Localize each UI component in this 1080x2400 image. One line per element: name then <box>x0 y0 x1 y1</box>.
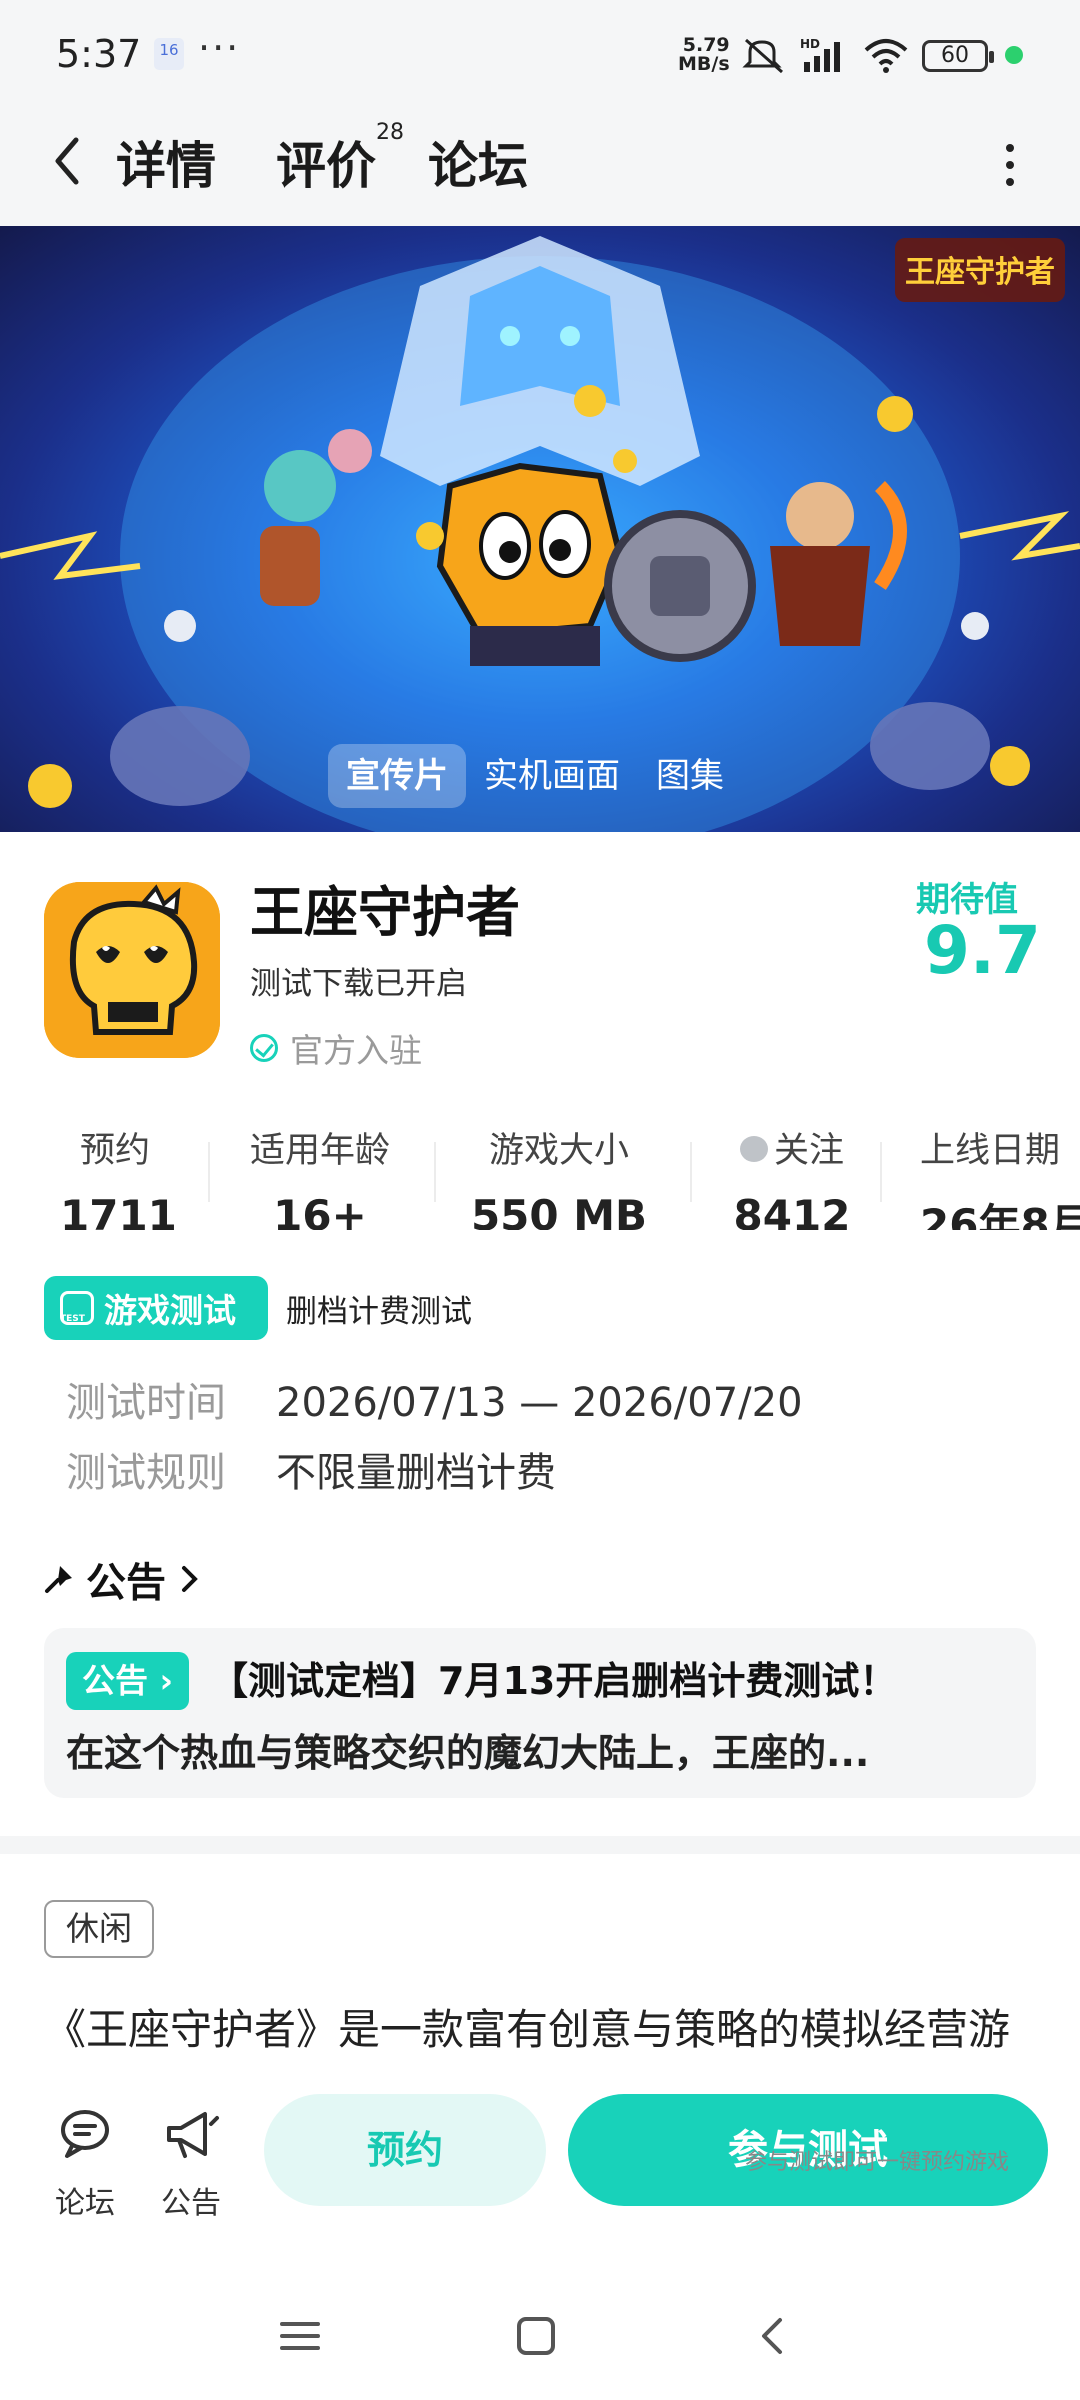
test-type: 删档计费测试 <box>286 1294 472 1330</box>
verified-icon <box>250 1034 278 1062</box>
promo-banner[interactable]: 王座守护者 宣传片 实机画面 图集 <box>0 226 1080 832</box>
network-speed-unit: MB/s <box>678 53 730 75</box>
announcement-body: 在这个热血与策略交织的魔幻大陆上，王座的... <box>66 1731 870 1775</box>
game-test-badge: 游戏测试 <box>44 1276 268 1340</box>
test-time-key: 测试时间 <box>66 1380 226 1426</box>
stats-row: 预约 1711 适用年龄 16+ 游戏大小 550 MB 关注 8412 上线日… <box>0 1122 1080 1230</box>
banner-logo-text: 王座守护者 <box>905 255 1055 290</box>
tab-reviews-label: 评价 <box>276 137 376 195</box>
test-rule-row: 测试规则 不限量删档计费 <box>66 1440 556 1498</box>
stat-age-rating: 适用年龄 16+ <box>240 1122 400 1230</box>
divider <box>690 1142 692 1202</box>
menu-icon[interactable] <box>278 2314 322 2358</box>
media-tabs: 宣传片 实机画面 图集 <box>328 744 742 808</box>
media-tab-trailer[interactable]: 宣传片 <box>328 744 466 808</box>
home-icon[interactable] <box>514 2314 558 2358</box>
tab-reviews[interactable]: 评价 28 <box>276 120 404 198</box>
section-divider <box>0 1836 1080 1854</box>
tab-details[interactable]: 详情 <box>114 126 230 204</box>
system-back-icon[interactable] <box>752 2314 792 2358</box>
stat-value: 550 MB <box>470 1191 648 1230</box>
announcement-title: 【测试定档】7月13开启删档计费测试！ <box>210 1659 898 1703</box>
test-rule-key: 测试规则 <box>66 1450 226 1496</box>
stat-label: 关注 <box>722 1122 862 1173</box>
wifi-icon <box>864 39 908 73</box>
stat-value: 8412 <box>733 1191 851 1230</box>
megaphone-icon <box>167 2112 219 2158</box>
status-bar: 5:37 16 ··· 5.79 MB/s HD 60 <box>0 0 1080 104</box>
announcement-header[interactable]: 公告 <box>44 1550 202 1608</box>
test-time-value: 2026/07/13 — 2026/07/20 <box>276 1380 803 1426</box>
top-area: 5:37 16 ··· 5.79 MB/s HD 60 详情 评价 28 论坛 <box>0 0 1080 226</box>
forum-shortcut-label: 论坛 <box>55 2186 115 2221</box>
banner-artwork: 王座守护者 <box>0 236 1080 832</box>
stat-label: 游戏大小 <box>488 1131 629 1171</box>
skull-icon <box>44 882 220 1058</box>
game-test-label: 游戏测试 <box>104 1291 236 1330</box>
tab-reviews-count: 28 <box>376 120 404 145</box>
tab-forum[interactable]: 论坛 <box>428 126 528 198</box>
stat-game-size: 游戏大小 550 MB <box>464 1122 654 1230</box>
battery-indicator: 60 <box>922 40 994 72</box>
app-icon <box>44 882 220 1058</box>
test-rule-value: 不限量删档计费 <box>276 1450 556 1496</box>
divider <box>880 1142 882 1202</box>
stat-label: 预约 <box>79 1131 150 1171</box>
announcement-tag-label: 公告 <box>82 1661 148 1700</box>
stat-value: 26年8月 <box>920 1200 1080 1230</box>
media-tab-gameplay[interactable]: 实机画面 <box>466 744 638 808</box>
announcement-card[interactable]: 公告 › 【测试定档】7月13开启删档计费测试！ 在这个热血与策略交织的魔幻大陆… <box>44 1628 1036 1798</box>
stat-reservations: 预约 1711 <box>60 1122 177 1230</box>
announcement-header-label: 公告 <box>86 1560 166 1606</box>
system-nav-bar <box>0 2290 1080 2400</box>
privacy-dot <box>1005 46 1023 64</box>
top-nav: 详情 评价 28 论坛 <box>0 104 1080 226</box>
calendar-icon: 16 <box>154 38 184 70</box>
mute-icon <box>742 38 783 74</box>
announcement-tag: 公告 › <box>66 1652 190 1710</box>
genre-tag[interactable]: 休闲 <box>44 1900 154 1958</box>
official-badge[interactable]: 官方入驻 <box>250 1024 422 1072</box>
more-options-icon[interactable] <box>1000 140 1020 190</box>
announce-shortcut[interactable]: 公告 <box>146 2104 236 2222</box>
stat-label: 适用年龄 <box>249 1131 390 1171</box>
pin-icon <box>45 1566 72 1593</box>
app-subtitle: 测试下载已开启 <box>250 966 467 1002</box>
stat-value: 1711 <box>60 1191 177 1230</box>
expectation-score: 9.7 <box>924 912 1041 989</box>
divider <box>208 1142 210 1202</box>
media-tab-gallery[interactable]: 图集 <box>638 744 742 808</box>
test-time-row: 测试时间 2026/07/13 — 2026/07/20 <box>66 1370 803 1428</box>
signal-icon: HD <box>800 37 840 72</box>
test-icon <box>60 1291 94 1325</box>
svg-text:HD: HD <box>800 37 820 51</box>
reserve-button[interactable]: 预约 <box>264 2094 546 2206</box>
network-speed: 5.79 MB/s <box>678 36 730 74</box>
app-name: 王座守护者 <box>250 881 520 944</box>
status-time: 5:37 <box>56 32 142 76</box>
divider <box>434 1142 436 1202</box>
stat-release-date: 上线日期 26年8月 <box>920 1122 1080 1230</box>
stat-label-text: 关注 <box>773 1131 844 1171</box>
stat-followers[interactable]: 关注 8412 <box>722 1122 862 1230</box>
tab-details-label: 详情 <box>116 137 216 195</box>
chevron-right-icon <box>182 1566 198 1592</box>
tab-forum-label: 论坛 <box>428 137 528 195</box>
join-test-hint: 参与测试即可一键预约游戏 <box>745 2150 1010 2175</box>
announce-shortcut-label: 公告 <box>161 2186 221 2221</box>
status-more-icon: ··· <box>198 26 241 70</box>
stat-label: 上线日期 <box>920 1131 1061 1171</box>
back-icon[interactable] <box>44 126 94 196</box>
forum-icon <box>61 2110 109 2158</box>
heart-icon <box>739 1136 768 1162</box>
stat-value: 16+ <box>273 1191 367 1230</box>
official-label: 官方入驻 <box>290 1031 422 1070</box>
forum-shortcut[interactable]: 论坛 <box>40 2104 130 2222</box>
